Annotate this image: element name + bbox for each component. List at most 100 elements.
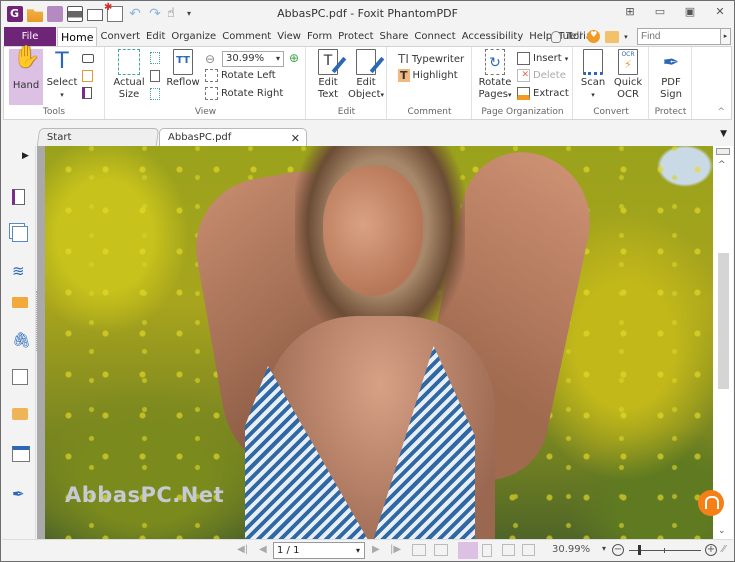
tab-start[interactable]: Start bbox=[36, 128, 160, 146]
rotate-pages-dropdown[interactable]: ▾ bbox=[508, 91, 512, 99]
tab-home[interactable]: Home bbox=[57, 27, 98, 46]
find-next-button[interactable]: ▸ bbox=[720, 28, 731, 45]
pages-icon[interactable] bbox=[12, 226, 28, 242]
next-page-button[interactable]: ▶ bbox=[372, 544, 380, 555]
expand-panel-icon[interactable]: ▶ bbox=[22, 151, 38, 167]
fit-width-icon[interactable] bbox=[150, 70, 160, 82]
delete-button[interactable]: ✕ Delete bbox=[517, 69, 566, 82]
scroll-up-arrow[interactable]: ^ bbox=[718, 160, 726, 170]
last-page-button[interactable]: |▶ bbox=[390, 544, 401, 555]
scroll-thumb[interactable] bbox=[718, 253, 729, 389]
security-lock-icon[interactable] bbox=[12, 408, 28, 420]
tab-form[interactable]: Form bbox=[304, 27, 335, 46]
next-view-icon[interactable] bbox=[434, 544, 448, 556]
collapse-ribbon-icon[interactable]: ^ bbox=[717, 107, 725, 117]
tabs-menu-icon[interactable]: ▼ bbox=[720, 129, 727, 139]
zoom-out-icon[interactable]: ⊖ bbox=[205, 52, 215, 66]
close-button[interactable]: ✕ bbox=[712, 5, 728, 19]
rotate-right-button[interactable]: Rotate Right bbox=[205, 87, 283, 100]
maximize-button[interactable]: ▣ bbox=[682, 5, 698, 19]
fit-page-icon[interactable] bbox=[150, 52, 160, 64]
highlight-button[interactable]: T Highlight bbox=[398, 69, 458, 82]
navigation-panel: ▶ ≋ 🖇 ✒ bbox=[2, 146, 36, 539]
edit-text-button[interactable]: T Edit Text bbox=[312, 49, 344, 101]
reflow-button[interactable]: TT Reflow bbox=[166, 49, 200, 89]
first-page-button[interactable]: ◀| bbox=[237, 544, 248, 555]
heart-icon[interactable] bbox=[587, 30, 601, 43]
zoom-slider-thumb[interactable] bbox=[637, 545, 641, 555]
typewriter-button[interactable]: TI Typewriter bbox=[398, 52, 464, 66]
hand-icon: ✋ bbox=[13, 45, 41, 70]
insert-button[interactable]: Insert ▾ bbox=[517, 52, 568, 65]
extract-button[interactable]: Extract bbox=[517, 87, 569, 100]
attachments-icon[interactable]: 🖇 bbox=[12, 332, 31, 348]
zoom-level-readout[interactable]: 30.99% bbox=[552, 544, 590, 555]
scan-dropdown[interactable]: ▾ bbox=[578, 89, 608, 101]
page-number-field[interactable]: 1 / 1 bbox=[273, 542, 365, 559]
zoom-out-button[interactable]: − bbox=[612, 544, 624, 556]
tab-edit[interactable]: Edit bbox=[143, 27, 168, 46]
actual-size-button[interactable]: Actual Size bbox=[112, 49, 146, 101]
clipboard-icon[interactable] bbox=[82, 70, 93, 82]
tab-comment[interactable]: Comment bbox=[219, 27, 274, 46]
select-button[interactable]: T Select ▾ bbox=[46, 49, 78, 101]
bookmark-page-icon[interactable] bbox=[82, 87, 92, 99]
ocr-icon: OCR ⚡ bbox=[618, 49, 638, 75]
tell-me-label[interactable]: Tell bbox=[566, 31, 582, 42]
resize-grip-icon[interactable]: ⁄⁄ bbox=[722, 544, 725, 555]
support-headset-button[interactable] bbox=[698, 490, 724, 516]
rotate-left-button[interactable]: Rotate Left bbox=[205, 69, 276, 82]
rotate-pages-icon: ↻ bbox=[485, 49, 505, 75]
zoom-in-icon[interactable]: ⊕ bbox=[289, 51, 299, 65]
edit-object-button[interactable]: Edit Object▾ bbox=[347, 49, 385, 101]
minimize-button[interactable]: ▭ bbox=[652, 5, 668, 19]
photo-face bbox=[323, 166, 423, 296]
certify-pen-icon[interactable]: ✒ bbox=[12, 486, 28, 502]
zoom-in-button[interactable]: + bbox=[705, 544, 717, 556]
single-page-view-button[interactable] bbox=[458, 542, 478, 559]
scroll-down-arrow[interactable]: ⌄ bbox=[718, 526, 726, 536]
tab-share[interactable]: Share bbox=[377, 27, 412, 46]
actual-size-icon bbox=[118, 49, 140, 75]
pdf-sign-button[interactable]: ✒ PDF Sign bbox=[654, 49, 688, 101]
tab-protect[interactable]: Protect bbox=[335, 27, 376, 46]
find-input[interactable] bbox=[637, 28, 721, 45]
group-page-organization: ↻ Rotate Pages▾ Insert ▾ ✕ Delete Extract… bbox=[473, 47, 573, 119]
facing-view-button[interactable] bbox=[502, 544, 515, 556]
fit-visible-icon[interactable] bbox=[150, 88, 160, 100]
vertical-scrollbar[interactable]: ^ ⌄ bbox=[713, 146, 733, 539]
bookmarks-icon[interactable] bbox=[12, 189, 25, 205]
tab-organize[interactable]: Organize bbox=[168, 27, 219, 46]
continuous-facing-view-button[interactable] bbox=[522, 544, 535, 556]
find-options-dropdown[interactable]: ▾ bbox=[624, 33, 628, 41]
quick-ocr-button[interactable]: OCR ⚡ Quick OCR bbox=[612, 49, 644, 101]
tab-view[interactable]: View bbox=[274, 27, 304, 46]
snapshot-icon[interactable] bbox=[82, 54, 94, 63]
previous-page-button[interactable]: ◀ bbox=[259, 544, 267, 555]
restore-layout-icon[interactable]: ⊞ bbox=[622, 5, 638, 19]
previous-view-icon[interactable] bbox=[412, 544, 426, 556]
file-menu-button[interactable]: File bbox=[4, 27, 56, 46]
zoom-dropdown-arrow[interactable]: ▾ bbox=[602, 544, 606, 553]
edit-object-dropdown[interactable]: ▾ bbox=[381, 91, 385, 99]
document-view[interactable]: AbbasPC.Net bbox=[45, 146, 713, 539]
scan-button[interactable]: Scan ▾ bbox=[578, 49, 608, 101]
signatures-icon[interactable] bbox=[12, 369, 28, 385]
hand-button[interactable]: ✋ Hand bbox=[9, 45, 43, 105]
rotate-left-icon bbox=[205, 69, 218, 82]
form-fields-icon[interactable] bbox=[12, 446, 30, 462]
select-dropdown-arrow[interactable]: ▾ bbox=[46, 89, 78, 101]
find-folder-icon[interactable] bbox=[605, 30, 620, 43]
tab-convert[interactable]: Convert bbox=[97, 27, 143, 46]
rotate-pages-button[interactable]: ↻ Rotate Pages▾ bbox=[477, 49, 513, 101]
tab-accessibility[interactable]: Accessibility bbox=[459, 27, 527, 46]
zoom-level-field[interactable]: 30.99% bbox=[222, 51, 284, 67]
continuous-view-button[interactable] bbox=[482, 544, 492, 557]
layers-icon[interactable]: ≋ bbox=[12, 263, 28, 279]
tab-abbaspc-pdf[interactable]: AbbasPC.pdf ✕ bbox=[159, 128, 307, 146]
close-tab-icon[interactable]: ✕ bbox=[291, 132, 300, 145]
split-view-handle[interactable] bbox=[716, 148, 730, 155]
tab-connect[interactable]: Connect bbox=[411, 27, 458, 46]
extract-page-icon bbox=[517, 87, 530, 100]
comments-icon[interactable] bbox=[12, 297, 28, 308]
